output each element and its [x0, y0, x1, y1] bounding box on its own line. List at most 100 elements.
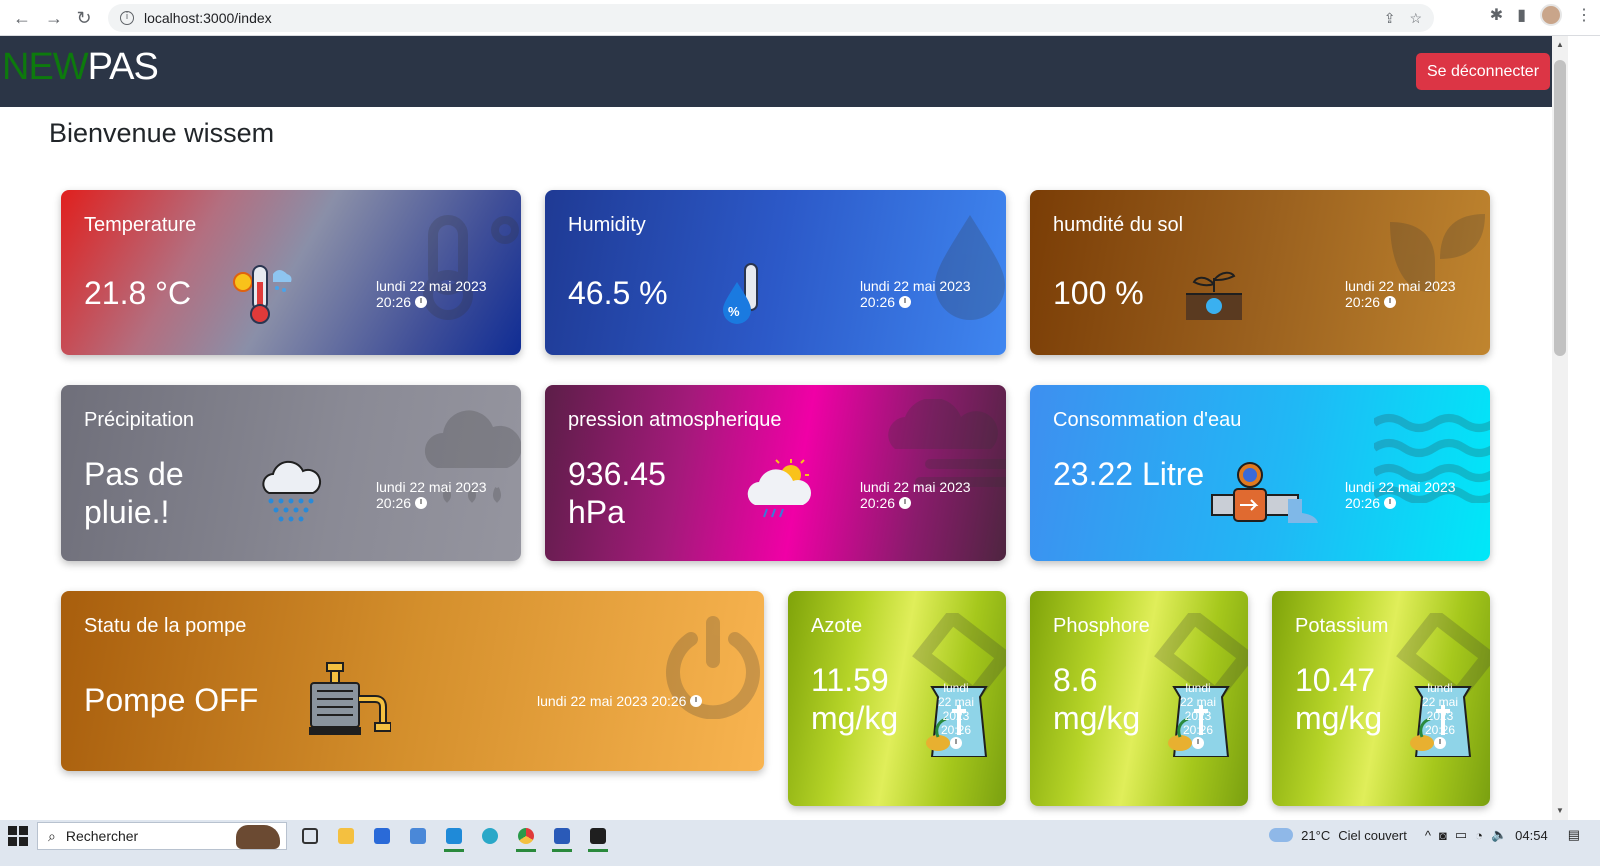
date-text: lundi 22 mai 2023 [376, 479, 487, 495]
logout-button[interactable]: Se déconnecter [1416, 53, 1550, 90]
date-line2: 22 mai [937, 695, 975, 709]
clock-icon [1383, 296, 1396, 308]
word-icon[interactable] [548, 822, 576, 852]
task-view-icon[interactable] [296, 822, 324, 850]
edge-icon[interactable] [476, 822, 504, 850]
date-line2: 22 mai [1179, 695, 1217, 709]
clock-time[interactable]: 04:54 [1515, 828, 1548, 843]
network-app-icon[interactable] [404, 822, 432, 850]
card-date: lundi 22 mai 2023 20:26 [860, 278, 971, 310]
pressure-card: pression atmospherique 936.45 hPa lundi … [545, 385, 1006, 561]
date-line1: lundi [1427, 681, 1453, 695]
card-value: 11.59 mg/kg [811, 661, 898, 737]
profile-avatar[interactable] [1540, 4, 1562, 26]
battery-icon[interactable]: ▭ [1455, 827, 1467, 843]
clock-icon [1383, 497, 1396, 509]
scroll-down-icon[interactable]: ▼ [1556, 806, 1564, 815]
value-line2: mg/kg [811, 700, 899, 736]
scrollbar[interactable]: ▲ ▼ [1552, 36, 1568, 820]
card-value: 100 % [1053, 275, 1144, 311]
cloud-sun-rain-icon [747, 459, 811, 518]
svg-text:%: % [728, 304, 740, 319]
date-line4: 20:26 [1424, 723, 1456, 737]
card-value: 46.5 % [568, 275, 668, 311]
store-icon[interactable] [368, 822, 396, 850]
card-value: 23.22 Litre [1053, 456, 1205, 492]
star-icon[interactable]: ☆ [1409, 10, 1422, 27]
date-line3: 2023 [942, 709, 970, 723]
file-explorer-icon[interactable] [332, 822, 360, 850]
card-title: Précipitation [84, 409, 195, 431]
card-title: Azote [811, 615, 863, 637]
card-value: 8.6 mg/kg [1053, 661, 1140, 737]
logo-pas: PAS [87, 46, 159, 88]
notification-icon[interactable]: ▤ [1568, 827, 1580, 843]
taskbar: ⌕ Rechercher 21°C Ciel couvert ^ ◙ ▭ ◔ 🔈… [0, 820, 1600, 866]
webcam-icon[interactable]: ◙ [1439, 828, 1447, 843]
side-panel-icon[interactable]: ▮ [1517, 5, 1526, 25]
plant-soil-icon [1186, 271, 1242, 320]
info-icon[interactable]: i [120, 11, 134, 25]
wifi-icon[interactable]: ◔ [1475, 828, 1483, 843]
address-bar[interactable]: i localhost:3000/index ⇪ ☆ [108, 4, 1434, 32]
reload-icon[interactable]: ↻ [68, 2, 100, 34]
url-text[interactable]: localhost:3000/index [144, 10, 272, 26]
date-line3: 2023 [1426, 709, 1454, 723]
date-text: lundi 22 mai 2023 20:26 [537, 693, 687, 709]
humidity-card: Humidity 46.5 % % lundi 22 mai 2023 20:2… [545, 190, 1006, 355]
scroll-up-icon[interactable]: ▲ [1556, 40, 1564, 49]
card-value: Pas de pluie.! [84, 455, 184, 531]
date-line1: lundi [1185, 681, 1211, 695]
chevron-up-icon[interactable]: ^ [1425, 828, 1431, 843]
card-date: lundi 22 mai 2023 20:26 [1418, 681, 1462, 751]
card-date: lundi 22 mai 2023 20:26 [1345, 278, 1456, 310]
windows-start-icon[interactable] [8, 826, 28, 846]
date-text: lundi 22 mai 2023 [860, 479, 971, 495]
phosphore-card: Phosphore 8.6 mg/kg lundi 22 mai 2023 20… [1030, 591, 1248, 806]
time-text: 20:26 [1345, 294, 1381, 310]
terminal-icon[interactable] [584, 822, 612, 852]
clock-icon [950, 737, 962, 749]
time-text: 20:26 [1345, 495, 1381, 511]
vscode-icon[interactable] [440, 822, 468, 852]
search-placeholder: Rechercher [65, 828, 139, 844]
back-arrow-icon[interactable]: ← [6, 2, 38, 34]
value-line2: mg/kg [1295, 700, 1383, 736]
card-title: Consommation d'eau [1053, 409, 1242, 431]
value-line2: mg/kg [1053, 700, 1141, 736]
card-title: humdité du sol [1053, 214, 1184, 236]
temperature-card: Temperature 21.8 °C lundi 22 mai 2023 20… [61, 190, 521, 355]
search-icon: ⌕ [48, 827, 56, 844]
date-line2: 22 mai [1421, 695, 1459, 709]
more-menu-icon[interactable]: ⋮ [1576, 5, 1592, 25]
card-title: Statu de la pompe [84, 615, 247, 637]
time-text: 20:26 [376, 294, 412, 310]
date-text: lundi 22 mai 2023 [1345, 479, 1456, 495]
extensions-icon[interactable]: ✱ [1490, 5, 1503, 25]
logo[interactable]: NEWPAS [2, 46, 159, 89]
clock-icon [690, 695, 703, 707]
time-text: 20:26 [860, 495, 896, 511]
card-title: Humidity [568, 214, 646, 236]
weather-cloud-icon[interactable] [1269, 828, 1294, 842]
taskbar-search[interactable]: ⌕ Rechercher [37, 822, 287, 850]
weather-temp[interactable]: 21°C [1301, 828, 1330, 843]
forward-arrow-icon[interactable]: → [38, 2, 70, 34]
chrome-icon[interactable] [512, 822, 540, 852]
time-text: 20:26 [376, 495, 412, 511]
card-title: Phosphore [1053, 615, 1150, 637]
weather-desc[interactable]: Ciel couvert [1338, 828, 1407, 843]
card-date: lundi 22 mai 2023 20:26 [860, 479, 971, 511]
volume-icon[interactable]: 🔈 [1491, 827, 1507, 843]
clock-icon [1434, 737, 1446, 749]
share-icon[interactable]: ⇪ [1384, 10, 1396, 27]
rain-cloud-icon [262, 460, 322, 522]
date-text: lundi 22 mai 2023 [376, 278, 487, 294]
clock-icon [1192, 737, 1204, 749]
clock-icon [414, 497, 427, 509]
card-value: 21.8 °C [84, 275, 192, 311]
scroll-thumb[interactable] [1554, 60, 1566, 356]
water-meter-pipe-icon [1211, 462, 1318, 523]
app-header: NEWPAS Se déconnecter [0, 36, 1552, 107]
logo-new: NEW [2, 46, 89, 88]
